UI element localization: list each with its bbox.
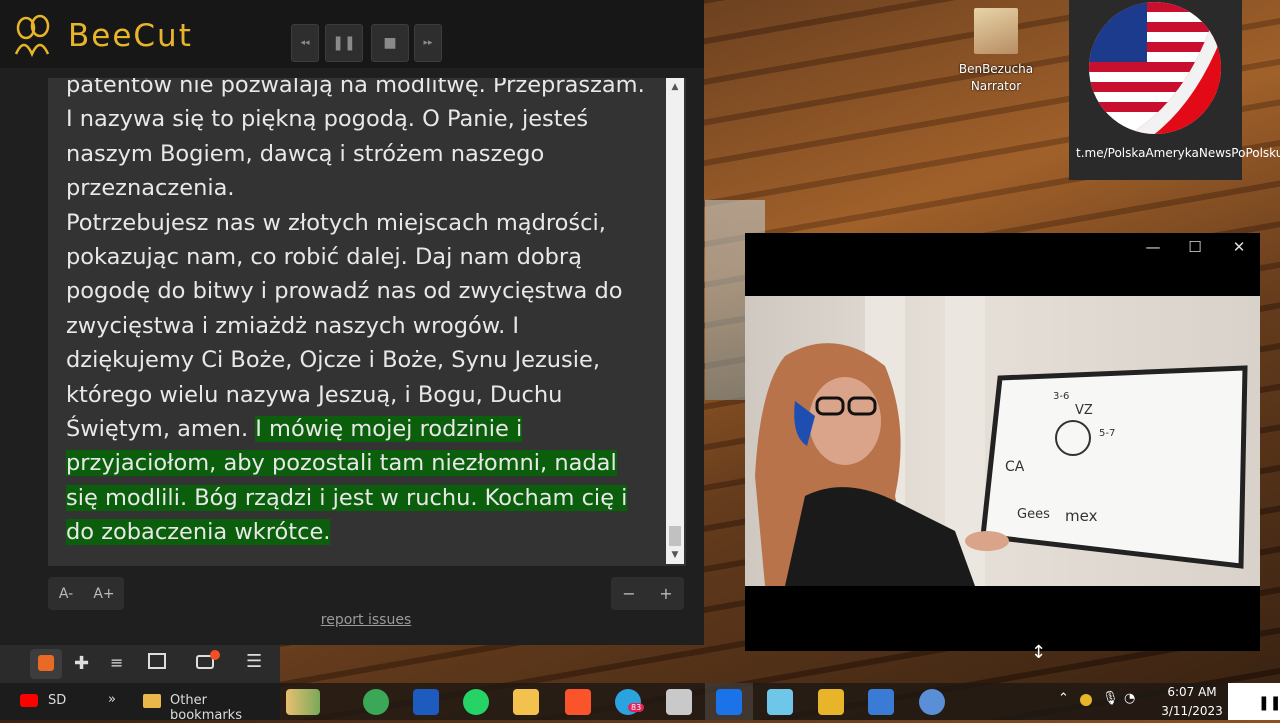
scroll-up-icon[interactable]: ▲ [666, 78, 684, 96]
brave-icon[interactable] [565, 689, 591, 715]
font-larger-button[interactable]: A+ [86, 577, 122, 610]
text-line: pogodę do bitwy i prowadź nas od zwycięs… [66, 278, 623, 305]
bee-logo-icon [14, 14, 50, 58]
beecut-taskbar-icon[interactable] [818, 689, 844, 715]
maximize-icon[interactable]: ☐ [1173, 233, 1217, 261]
more-bookmarks-button[interactable]: » [108, 692, 116, 707]
font-smaller-button[interactable]: A- [48, 577, 84, 610]
scroll-down-icon[interactable]: ▼ [666, 546, 684, 564]
scroll-thumb[interactable] [669, 526, 681, 546]
highlighted-text: się modlili. Bóg rządzi i jest w ruchu. … [66, 484, 628, 511]
highlighted-text: przyjaciołom, aby pozostali tam niezłomn… [66, 450, 617, 477]
whiteboard-text: CA [1005, 459, 1025, 475]
narrator-avatar [974, 8, 1018, 54]
resize-cursor-icon: ↕ [1031, 642, 1047, 663]
forward-icon: ▸▸ [423, 38, 433, 48]
text-line: Świętym, amen. I mówię mojej rodzinie i [66, 412, 646, 446]
other-bookmarks[interactable]: Other bookmarks [170, 693, 280, 723]
stop-icon: ■ [383, 35, 397, 51]
extension-icon[interactable] [38, 655, 54, 671]
text-line: pokazując nam, co robić dalej. Daj nam d… [66, 244, 582, 271]
folder-icon [143, 694, 161, 708]
whiteboard-text: 3-6 [1053, 391, 1069, 402]
chevron-up-icon[interactable]: ⌃ [1058, 691, 1069, 706]
text-line: przyjaciołom, aby pozostali tam niezłomn… [66, 446, 646, 480]
zoom-controls: − + [611, 577, 684, 610]
file-explorer-icon[interactable] [513, 689, 539, 715]
text-line: którego wielu nazywa Jeszuą, i Bogu, Duc… [66, 381, 563, 408]
highlighted-text: I mówię mojej rodzinie i [255, 416, 523, 443]
reader-scrollbar[interactable]: ▲ ▼ [666, 78, 684, 564]
text-line: przeznaczenia. [66, 175, 235, 202]
wifi-icon[interactable]: ◔ [1124, 691, 1135, 706]
text-line: do zobaczenia wkrótce. [66, 515, 646, 549]
snipping-icon[interactable] [666, 689, 692, 715]
channel-link[interactable]: t.me/PolskaAmerykaNewsPoPolsku [1076, 145, 1280, 161]
video-window: — ☐ ✕ 3-6 VZ 5-7 CA Gees mex [745, 233, 1260, 651]
word-icon[interactable] [413, 689, 439, 715]
text-line: patentów nie pozwalają na modlitwę. Prze… [66, 78, 645, 98]
text-line: Potrzebujesz nas w złotych miejscach mąd… [66, 209, 606, 236]
playlist-icon[interactable]: ≡ [110, 653, 123, 672]
text-line: I nazywa się to piękną pogodą. O Panie, … [66, 106, 589, 133]
reader-text-area[interactable]: patentów nie pozwalają na modlitwę. Prze… [48, 78, 686, 566]
app-circle-icon[interactable] [919, 689, 945, 715]
microphone-icon[interactable]: 🎙 [1102, 691, 1119, 706]
bookmarks-bar: SD » Other bookmarks [0, 683, 280, 723]
pause-button[interactable]: ❚❚ [325, 24, 363, 62]
font-size-controls: A- A+ [48, 577, 124, 610]
rewind-icon: ◂◂ [300, 38, 310, 48]
text-line: zwycięstwa i zmiażdż naszych wrogów. I [66, 312, 520, 339]
tray-app-icon[interactable] [1080, 694, 1092, 706]
whiteboard-text: mex [1065, 507, 1098, 525]
narrator-role: Narrator [970, 79, 1022, 93]
reader-text: patentów nie pozwalają na modlitwę. Prze… [66, 78, 646, 550]
menu-icon[interactable]: ☰ [246, 651, 262, 672]
video-scene: 3-6 VZ 5-7 CA Gees mex [755, 296, 1248, 586]
text-line: naszym Bogiem, dawcą i stróżem naszego [66, 140, 545, 167]
taskbar: 83 ⌃ 🎙 ◔ ❚❚ [280, 683, 1280, 720]
close-icon[interactable]: ✕ [1217, 233, 1261, 261]
text-line: się modlili. Bóg rządzi i jest w ruchu. … [66, 481, 646, 515]
report-issues-link[interactable]: report issues [304, 612, 428, 628]
title-bar: BeeCut ◂◂ ❚❚ ■ ▸▸ [0, 0, 704, 68]
puzzle-icon[interactable]: ✚ [74, 653, 89, 674]
telegram-badge: 83 [628, 703, 645, 712]
plus-button[interactable]: + [648, 577, 684, 610]
app-name: BeeCut [68, 18, 193, 54]
photos-icon[interactable] [868, 689, 894, 715]
sidebar-icon[interactable] [148, 653, 166, 669]
text-line: dziękujemy Ci Boże, Ojcze i Boże, Synu J… [66, 347, 601, 374]
app-blue-icon[interactable] [767, 689, 793, 715]
whatsapp-icon[interactable] [463, 689, 489, 715]
narrator-name: BenBezucha [958, 62, 1034, 76]
browser-toolbar: ✚ ≡ ☰ [0, 645, 280, 683]
widgets-icon[interactable] [286, 689, 320, 715]
clock-date[interactable]: 3/11/2023 [1158, 704, 1226, 718]
whiteboard-text: 5-7 [1099, 428, 1115, 439]
pause-icon: ❚❚ [332, 35, 356, 51]
whiteboard-text: VZ [1075, 403, 1093, 418]
narrator-label: BenBezucha Narrator [948, 61, 1044, 95]
highlighted-text: do zobaczenia wkrótce. [66, 519, 331, 546]
minimize-icon[interactable]: — [1131, 233, 1175, 261]
show-desktop-area[interactable]: ❚❚ [1228, 683, 1280, 720]
notification-dot-icon [210, 650, 220, 660]
app-green-icon[interactable] [363, 689, 389, 715]
flag-icon [1089, 2, 1221, 134]
forward-button[interactable]: ▸▸ [414, 24, 442, 62]
pause-overlay-icon: ❚❚ [1258, 695, 1280, 711]
text-segment: Świętym, amen. [66, 416, 256, 443]
youtube-icon [20, 694, 38, 707]
rewind-button[interactable]: ◂◂ [291, 24, 319, 62]
stop-button[interactable]: ■ [371, 24, 409, 62]
clock-time[interactable]: 6:07 AM [1162, 685, 1222, 699]
whiteboard-text: Gees [1017, 507, 1050, 522]
minus-button[interactable]: − [611, 577, 647, 610]
media-player-icon[interactable] [716, 689, 742, 715]
bookmark-sd[interactable]: SD [48, 693, 66, 708]
beecut-window: BeeCut ◂◂ ❚❚ ■ ▸▸ patentów nie pozwalają… [0, 0, 704, 645]
video-frame[interactable]: 3-6 VZ 5-7 CA Gees mex [745, 296, 1260, 586]
